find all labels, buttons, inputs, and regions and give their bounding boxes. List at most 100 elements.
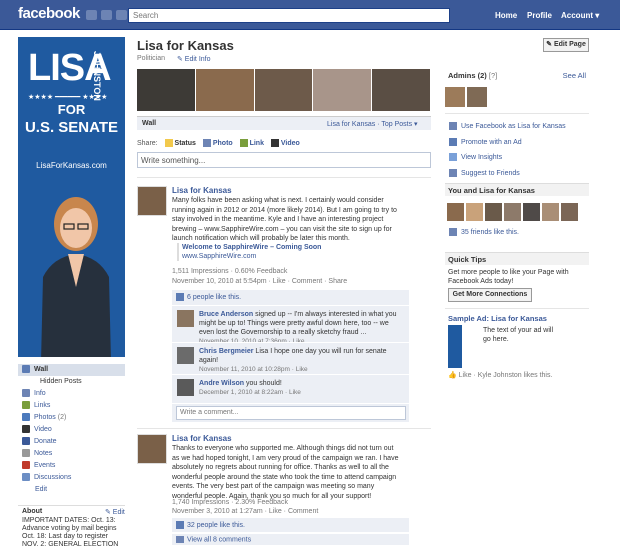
share-video[interactable]: Video (281, 140, 300, 147)
promote-ad-link[interactable]: Promote with an Ad (449, 138, 522, 146)
divider (445, 308, 589, 309)
link-preview-title[interactable]: Welcome to SapphireWire – Coming Soon (182, 244, 321, 251)
friend-avatar[interactable] (561, 203, 578, 221)
swap-icon (449, 122, 457, 130)
get-more-connections-button[interactable]: Get More Connections (448, 288, 532, 302)
comment-composer: Write a comment... (172, 403, 409, 422)
post-author[interactable]: Lisa for Kansas (172, 434, 232, 443)
suggest-friends-link[interactable]: Suggest to Friends (449, 169, 520, 177)
sample-ad-like[interactable]: 👍 Like · Kyle Johnston likes this. (448, 371, 552, 379)
post-avatar[interactable] (137, 186, 167, 216)
notifications-icon[interactable] (116, 10, 127, 20)
status-icon (164, 139, 173, 147)
nav-links[interactable]: Links (18, 400, 125, 412)
friend-avatar[interactable] (523, 203, 540, 221)
share-photo[interactable]: Photo (213, 140, 233, 147)
comment-input[interactable]: Write a comment... (176, 406, 406, 420)
friends-count-link[interactable]: 35 friends like this. (449, 228, 519, 236)
admins-header: Admins (2) [?] See All (445, 69, 589, 82)
video-icon (22, 425, 30, 434)
post-impressions[interactable]: 1,511 Impressions · 0.60% Feedback (172, 268, 287, 275)
about-text: IMPORTANT DATES: Oct. 13: Advance voting… (22, 517, 119, 548)
sample-ad-title[interactable]: Sample Ad: Lisa for Kansas (448, 314, 547, 323)
friend-avatar[interactable] (466, 203, 483, 221)
admin-avatar[interactable] (445, 87, 465, 107)
post-author[interactable]: Lisa for Kansas (172, 186, 232, 195)
share-status[interactable]: Status (175, 140, 196, 147)
post-timestamp-actions[interactable]: November 3, 2010 at 1:27am · Like · Comm… (172, 508, 318, 515)
comment-timestamp[interactable]: December 1, 2010 at 8:22am · Like (199, 388, 404, 397)
nav-edit-link[interactable]: Edit (18, 484, 125, 496)
use-as-page-link[interactable]: Use Facebook as Lisa for Kansas (449, 122, 566, 130)
photo-thumbnail[interactable] (195, 69, 254, 111)
nav-donate[interactable]: Donate (18, 436, 125, 448)
friend-avatar[interactable] (542, 203, 559, 221)
comment: Andre Wilson you should! December 1, 2010… (172, 374, 409, 403)
nav-discussions[interactable]: Discussions (18, 472, 125, 484)
wall-filter-dropdown[interactable]: Lisa for Kansas · Top Posts ▾ (327, 120, 418, 128)
post-impressions[interactable]: 1,740 Impressions · 2.30% Feedback (172, 499, 288, 506)
link-icon (239, 139, 248, 147)
photos-icon (22, 413, 30, 422)
messages-icon[interactable] (101, 10, 112, 20)
photo-thumbnail[interactable] (313, 69, 372, 111)
nav-events[interactable]: Events (18, 460, 125, 472)
nav-notes[interactable]: Notes (18, 448, 125, 460)
view-all-comments-link[interactable]: View all 8 comments (187, 536, 251, 543)
edit-info-link[interactable]: ✎ Edit Info (177, 55, 211, 63)
photo-thumbnail[interactable] (254, 69, 313, 111)
post-avatar[interactable] (137, 434, 167, 464)
nav-home[interactable]: Home (495, 11, 517, 20)
likes-bar: 6 people like this. (172, 290, 409, 305)
admin-avatar[interactable] (467, 87, 487, 107)
comment-avatar[interactable] (177, 310, 194, 327)
about-edit-link[interactable]: ✎ Edit (105, 508, 125, 516)
people-icon (449, 169, 457, 177)
post-text: Many folks have been asking what is next… (172, 197, 397, 242)
wall-tab-label[interactable]: Wall (142, 120, 156, 127)
edit-page-button[interactable]: ✎ Edit Page (543, 38, 589, 52)
nav-hidden-posts[interactable]: Hidden Posts (18, 376, 125, 388)
friend-avatar[interactable] (504, 203, 521, 221)
wall-tab-bar: Wall Lisa for Kansas · Top Posts ▾ (137, 116, 431, 130)
nav-photos[interactable]: Photos (2) (18, 412, 125, 424)
profile-picture[interactable]: LISA JOHNSTON ★★★★ ━━━━━━ ★★★★ FOR U.S. … (18, 37, 125, 357)
events-icon (22, 461, 30, 470)
comment-avatar[interactable] (177, 347, 194, 364)
photo-thumbnail[interactable] (372, 69, 430, 111)
admins-see-all[interactable]: See All (563, 71, 586, 80)
search-input[interactable]: Search (128, 8, 450, 23)
likes-bar: 32 people like this. (172, 518, 409, 532)
comment-body: Bruce Anderson signed up -- I'm always i… (199, 310, 404, 346)
nav-video[interactable]: Video (18, 424, 125, 436)
nav-profile[interactable]: Profile (527, 11, 552, 20)
nav-info[interactable]: Info (18, 388, 125, 400)
comment-body: Chris Bergmeier Lisa I hope one day you … (199, 347, 404, 374)
likes-count[interactable]: 6 people like this. (187, 294, 241, 301)
comment-avatar[interactable] (177, 379, 194, 396)
nav-wall[interactable]: Wall (18, 364, 125, 376)
view-insights-link[interactable]: View Insights (449, 153, 502, 161)
sample-ad-image[interactable] (448, 325, 462, 368)
profile-picture-for: FOR (57, 102, 86, 117)
comment-author[interactable]: Andre Wilson (199, 380, 244, 387)
thumbs-up-icon (176, 521, 184, 529)
comment-author[interactable]: Bruce Anderson (199, 311, 253, 318)
friend-avatar[interactable] (447, 203, 464, 221)
status-composer-input[interactable]: Write something... (137, 152, 431, 168)
friend-requests-icon[interactable] (86, 10, 97, 20)
comment: Bruce Anderson signed up -- I'm always i… (172, 305, 409, 345)
links-icon (22, 401, 30, 410)
quick-tips-text: Get more people to like your Page with F… (448, 269, 569, 285)
photo-thumbnail[interactable] (137, 69, 195, 111)
comment-author[interactable]: Chris Bergmeier (199, 348, 253, 355)
friend-avatar[interactable] (485, 203, 502, 221)
likes-count[interactable]: 32 people like this. (187, 522, 245, 529)
share-link[interactable]: Link (250, 140, 264, 147)
link-preview-url[interactable]: www.SapphireWire.com (182, 253, 256, 260)
left-nav: Wall Hidden Posts Info Links Photos (2) … (18, 364, 125, 496)
post-timestamp-actions[interactable]: November 10, 2010 at 5:54pm · Like · Com… (172, 278, 347, 285)
comment-timestamp[interactable]: November 11, 2010 at 10:28pm · Like (199, 365, 404, 374)
nav-account[interactable]: Account ▾ (561, 11, 599, 20)
facebook-logo[interactable]: facebook (18, 5, 80, 22)
